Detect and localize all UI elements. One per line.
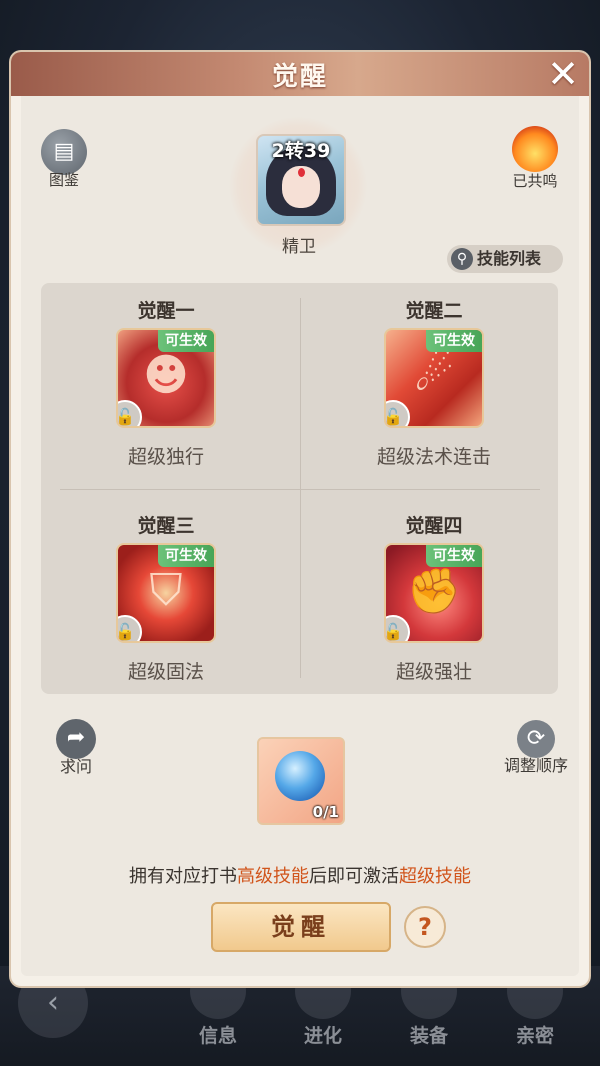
awakening-item-slot[interactable]: 0/1 bbox=[257, 737, 345, 825]
dialog-header: 觉醒 ✕ bbox=[11, 52, 589, 96]
fire-shield-icon: ⛉ bbox=[149, 565, 183, 616]
effective-tag: 可生效 bbox=[158, 330, 214, 352]
skill-icon-spell-combo[interactable]: ☄ 可生效 🔓 bbox=[384, 328, 484, 428]
nav-tab-label: 亲密 bbox=[515, 1025, 554, 1047]
nav-tab-label: 信息 bbox=[198, 1025, 237, 1047]
skill-list-button[interactable]: ⚲ 技能列表 bbox=[447, 245, 563, 273]
unlock-icon: 🔓 bbox=[386, 400, 410, 426]
awakening-title: 觉醒二 bbox=[405, 300, 463, 322]
skill-name: 超级强壮 bbox=[395, 661, 472, 683]
reorder-label: 调整顺序 bbox=[503, 756, 568, 775]
hint-text: 拥有对应打书高级技能后即可激活超级技能 bbox=[0, 862, 600, 888]
awakening-title: 觉醒一 bbox=[137, 300, 195, 322]
hero-name: 精卫 bbox=[282, 237, 316, 257]
grid-divider bbox=[60, 489, 540, 490]
spirit-orb-icon bbox=[275, 751, 325, 801]
awakening-slot-4: 觉醒四 ✊ 可生效 🔓 超级强壮 bbox=[334, 512, 534, 684]
item-count: 0/1 bbox=[312, 803, 339, 821]
codex-button[interactable]: ▤ 图鉴 bbox=[40, 129, 88, 190]
unlock-icon: 🔓 bbox=[118, 400, 142, 426]
muscle-arm-icon: ✊ bbox=[406, 566, 462, 617]
nav-tab-label: 进化 bbox=[303, 1025, 342, 1047]
hint-highlight: 超级技能 bbox=[399, 866, 471, 887]
ask-button[interactable]: ➦ 求问 bbox=[54, 719, 98, 777]
awakening-slot-3: 觉醒三 ⛉ 可生效 🔓 超级固法 bbox=[66, 512, 266, 684]
hint-highlight: 高级技能 bbox=[237, 866, 309, 887]
skill-list-label: 技能列表 bbox=[477, 249, 542, 268]
resonance-button[interactable]: 已共鸣 bbox=[506, 126, 564, 191]
help-icon[interactable]: ? bbox=[404, 906, 446, 948]
resonance-label: 已共鸣 bbox=[512, 172, 558, 190]
flame-icon bbox=[512, 126, 558, 172]
unlock-icon: 🔓 bbox=[386, 615, 410, 641]
reorder-button[interactable]: ⟳ 调整顺序 bbox=[498, 720, 574, 776]
skill-icon-fortify[interactable]: ⛉ 可生效 🔓 bbox=[116, 543, 216, 643]
search-icon: ⚲ bbox=[451, 248, 473, 270]
awakening-slot-1: 觉醒一 ☻ 可生效 🔓 超级独行 bbox=[66, 297, 266, 469]
skill-name: 超级法术连击 bbox=[376, 446, 491, 468]
unlock-icon: 🔓 bbox=[118, 615, 142, 641]
awaken-button[interactable]: 觉醒 bbox=[211, 902, 391, 952]
skill-name: 超级固法 bbox=[127, 661, 204, 683]
forehead-gem bbox=[298, 168, 305, 177]
awakening-slot-2: 觉醒二 ☄ 可生效 🔓 超级法术连击 bbox=[334, 297, 534, 469]
nav-tab-label: 装备 bbox=[409, 1025, 448, 1047]
ask-label: 求问 bbox=[59, 757, 92, 776]
fireball-icon: ☄ bbox=[414, 350, 454, 401]
dialog-title: 觉醒 bbox=[271, 62, 328, 92]
hero-rank: 2转39 bbox=[271, 140, 331, 162]
close-icon[interactable]: ✕ bbox=[543, 55, 583, 94]
awakening-title: 觉醒三 bbox=[137, 515, 195, 537]
grid-divider bbox=[300, 298, 301, 678]
effective-tag: 可生效 bbox=[426, 330, 482, 352]
hint-part: 拥有对应打书 bbox=[129, 866, 237, 887]
skill-name: 超级独行 bbox=[127, 446, 204, 468]
skill-icon-lone-wolf[interactable]: ☻ 可生效 🔓 bbox=[116, 328, 216, 428]
hero-portrait[interactable]: 2转39 bbox=[256, 134, 346, 226]
skill-icon-strong[interactable]: ✊ 可生效 🔓 bbox=[384, 543, 484, 643]
effective-tag: 可生效 bbox=[426, 545, 482, 567]
effective-tag: 可生效 bbox=[158, 545, 214, 567]
codex-label: 图鉴 bbox=[48, 171, 79, 189]
demon-icon: ☻ bbox=[143, 350, 189, 401]
hint-part: 后即可激活 bbox=[309, 866, 399, 887]
awakening-title: 觉醒四 bbox=[405, 515, 463, 537]
